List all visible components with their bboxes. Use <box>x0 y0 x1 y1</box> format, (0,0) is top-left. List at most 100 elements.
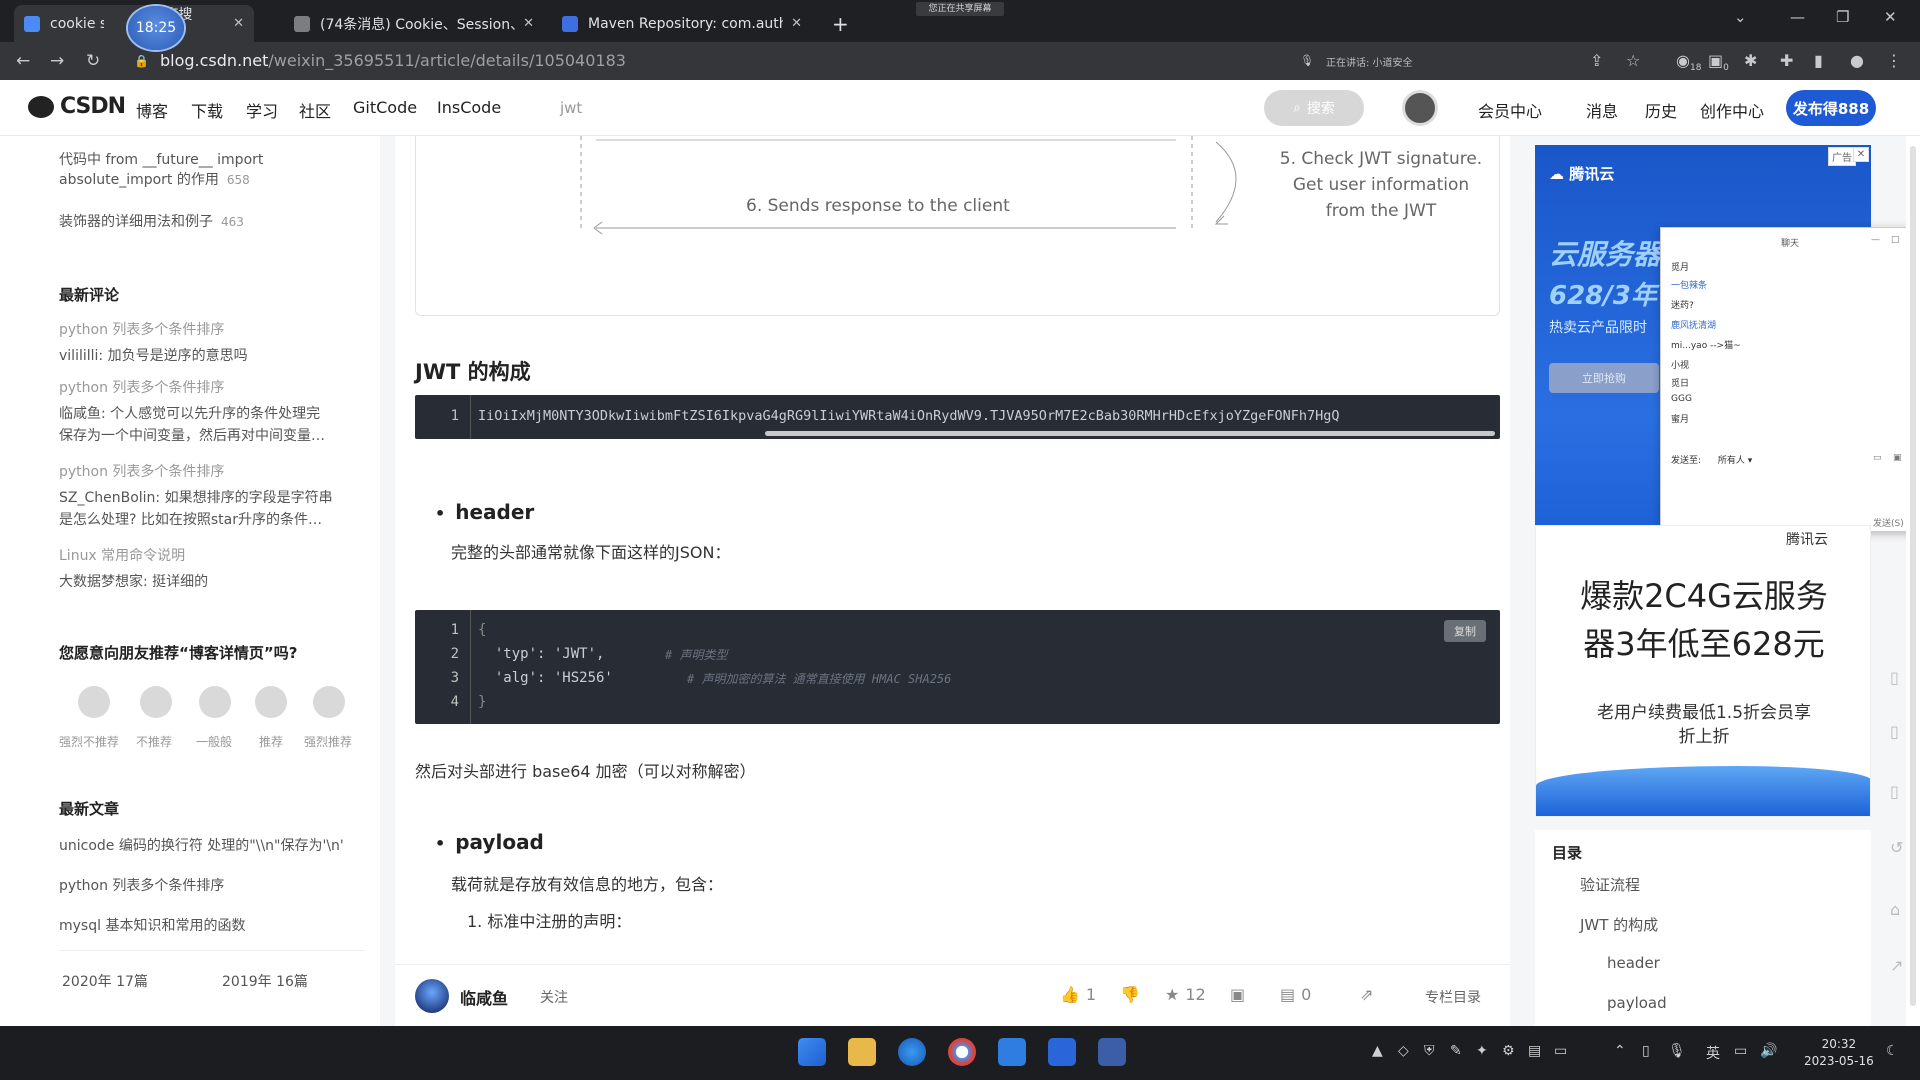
file-explorer-icon[interactable] <box>848 1038 876 1066</box>
bookmark-star-icon[interactable]: ☆ <box>1626 51 1640 70</box>
latest-article-link[interactable]: unicode 编码的换行符 处理的"\\n"保存为'\n' <box>59 836 344 856</box>
comment-button[interactable]: ▤ 0 <box>1280 985 1311 1004</box>
minimize-icon[interactable]: — <box>1790 8 1805 26</box>
tab-maven-repository[interactable]: Maven Repository: com.auth( ✕ <box>552 5 812 42</box>
share-article-button[interactable]: ⇗ <box>1360 985 1373 1004</box>
tray-app-icon[interactable]: ◇ <box>1398 1043 1409 1059</box>
archive-2019-link[interactable]: 2019年 16篇 <box>222 972 308 992</box>
lock-icon[interactable]: 🔒 <box>134 54 149 68</box>
chat-minimize-icon[interactable]: — <box>1871 235 1880 245</box>
tray-usb-icon[interactable]: ▯ <box>1642 1043 1650 1059</box>
column-toc-button[interactable]: 专栏目录 <box>1425 987 1481 1007</box>
page-scrollbar[interactable] <box>1906 136 1920 1026</box>
tray-shield-icon[interactable]: ⛨ <box>1424 1043 1435 1059</box>
tab-cookie-session-article[interactable]: (74条消息) Cookie、Session、 ✕ <box>284 5 544 42</box>
link-history[interactable]: 历史 <box>1645 98 1677 122</box>
tray-app-icon[interactable]: ✦ <box>1476 1043 1488 1059</box>
chat-image-icon[interactable]: ▣ <box>1893 453 1902 463</box>
toc-item-jwt-structure[interactable]: JWT 的构成 <box>1580 914 1658 935</box>
side-toolbar-icon[interactable]: ▯ <box>1890 668 1899 687</box>
close-ad-icon[interactable]: ✕ <box>1853 147 1869 162</box>
horizontal-scrollbar[interactable] <box>765 431 1495 436</box>
nav-download[interactable]: 下载 <box>191 98 223 122</box>
comment-article-link[interactable]: Linux 常用命令说明 <box>59 546 185 566</box>
menu-kebab-icon[interactable]: ⋮ <box>1886 51 1902 70</box>
side-toolbar-icon[interactable]: ▯ <box>1890 722 1899 741</box>
author-avatar[interactable] <box>415 979 449 1013</box>
tray-meeting-icon[interactable]: ▲ <box>1372 1043 1383 1059</box>
csdn-logo[interactable]: CSDN <box>28 94 126 119</box>
nav-blog[interactable]: 博客 <box>136 98 168 122</box>
like-button[interactable]: 👍 1 <box>1060 985 1096 1004</box>
maximize-icon[interactable]: ❐ <box>1836 8 1849 26</box>
link-creation-center[interactable]: 创作中心 <box>1700 98 1764 122</box>
author-name[interactable]: 临咸鱼 <box>460 985 508 1009</box>
edge-browser-icon[interactable] <box>898 1038 926 1066</box>
notification-moon-icon[interactable]: ☾ <box>1886 1043 1899 1059</box>
scrollbar-thumb[interactable] <box>1910 146 1916 1006</box>
link-messages[interactable]: 消息 <box>1586 98 1618 122</box>
nav-gitcode[interactable]: GitCode <box>353 98 417 117</box>
tray-overflow-icon[interactable]: ⌃ <box>1614 1043 1626 1059</box>
close-tab-icon[interactable]: ✕ <box>791 16 802 31</box>
qr-extension-icon[interactable]: ▣0 <box>1708 51 1729 73</box>
pycharm-icon[interactable] <box>1098 1038 1126 1066</box>
follow-button[interactable]: 关注 <box>540 987 568 1007</box>
share-icon[interactable]: ⇪ <box>1590 51 1603 70</box>
hot-article-link[interactable]: 代码中 from __future__ import absolute_impo… <box>59 150 263 190</box>
close-tab-icon[interactable]: ✕ <box>233 16 244 31</box>
close-tab-icon[interactable]: ✕ <box>523 16 534 31</box>
chat-maximize-icon[interactable]: □ <box>1891 235 1900 245</box>
chat-send-button[interactable]: 发送(S) <box>1873 516 1904 529</box>
search-input[interactable]: jwt <box>560 99 582 117</box>
chat-message-input[interactable] <box>1671 473 1911 513</box>
face-recommend-icon[interactable] <box>255 686 287 718</box>
extensions-puzzle-icon[interactable]: ✚ <box>1780 51 1793 70</box>
tray-app-icon[interactable]: ▭ <box>1554 1043 1567 1059</box>
user-avatar[interactable] <box>1402 90 1438 126</box>
publish-button[interactable]: 发布得888 <box>1786 90 1876 126</box>
chat-file-icon[interactable]: ▭ <box>1873 453 1882 463</box>
chrome-browser-icon[interactable] <box>948 1038 976 1066</box>
comment-article-link[interactable]: python 列表多个条件排序 <box>59 378 224 398</box>
sidebar-toggle-icon[interactable]: ▮ <box>1814 51 1823 70</box>
url-field[interactable]: blog.csdn.net/weixin_35695511/article/de… <box>160 51 626 70</box>
tray-network-icon[interactable]: ▭ <box>1734 1043 1747 1059</box>
latest-article-link[interactable]: python 列表多个条件排序 <box>59 876 224 896</box>
back-arrow-icon[interactable]: ← <box>16 51 30 71</box>
meeting-app-icon[interactable] <box>1048 1038 1076 1066</box>
hot-article-link[interactable]: 装饰器的详细用法和例子 463 <box>59 212 244 232</box>
profile-extension-icon[interactable]: ◉18 <box>1676 51 1701 73</box>
tray-ime-indicator[interactable]: 英 <box>1706 1043 1720 1063</box>
tab-search-icon[interactable]: ⌄ <box>1734 8 1747 26</box>
face-strongly-recommend-icon[interactable] <box>313 686 345 718</box>
toc-item-header[interactable]: header <box>1607 954 1660 972</box>
side-toolbar-icon[interactable]: ↺ <box>1890 838 1903 857</box>
dislike-button[interactable]: 👎 <box>1120 985 1140 1004</box>
collect-button[interactable]: ★ 12 <box>1165 985 1206 1004</box>
search-button[interactable]: ⌕ 搜索 <box>1264 90 1364 126</box>
face-neutral-icon[interactable] <box>199 686 231 718</box>
tray-app-icon[interactable]: ▤ <box>1528 1043 1541 1059</box>
translate-extension-icon[interactable]: ✱ <box>1744 51 1757 70</box>
tray-volume-icon[interactable]: 🔊 <box>1760 1043 1777 1059</box>
send-target-select[interactable]: 所有人 <box>1718 456 1745 466</box>
latest-article-link[interactable]: mysql 基本知识和常用的函数 <box>59 916 245 936</box>
app-arrow-icon[interactable] <box>998 1038 1026 1066</box>
side-toolbar-icon[interactable]: ⌂ <box>1890 900 1900 919</box>
ad-buy-button[interactable]: 立即抢购 <box>1549 363 1659 393</box>
chat-popup-window[interactable]: 聊天 — □ ✕ 觅月 一包辣条 迷药? 鹿风抚清湖 mi...yao -->猫… <box>1660 227 1920 532</box>
tray-microphone-icon[interactable]: 🎙 <box>1668 1043 1686 1059</box>
tray-app-icon[interactable]: ⚙ <box>1502 1043 1515 1059</box>
new-tab-button[interactable]: + <box>822 5 858 42</box>
taskbar-clock[interactable]: 20:32 2023-05-16 <box>1804 1036 1874 1070</box>
toc-item-payload[interactable]: payload <box>1607 994 1667 1012</box>
reload-icon[interactable]: ↻ <box>86 51 100 71</box>
tencent-cloud-server-ad[interactable]: 腾讯云 爆款2C4G云服务 器3年低至628元 老用户续费最低1.5折会员享 折… <box>1535 525 1871 817</box>
start-menu-icon[interactable] <box>798 1038 826 1066</box>
comment-article-link[interactable]: python 列表多个条件排序 <box>59 320 224 340</box>
face-not-recommend-icon[interactable] <box>140 686 172 718</box>
side-toolbar-icon[interactable]: ↗ <box>1890 956 1903 975</box>
tray-app-icon[interactable]: ✎ <box>1450 1043 1462 1059</box>
comment-article-link[interactable]: python 列表多个条件排序 <box>59 462 224 482</box>
